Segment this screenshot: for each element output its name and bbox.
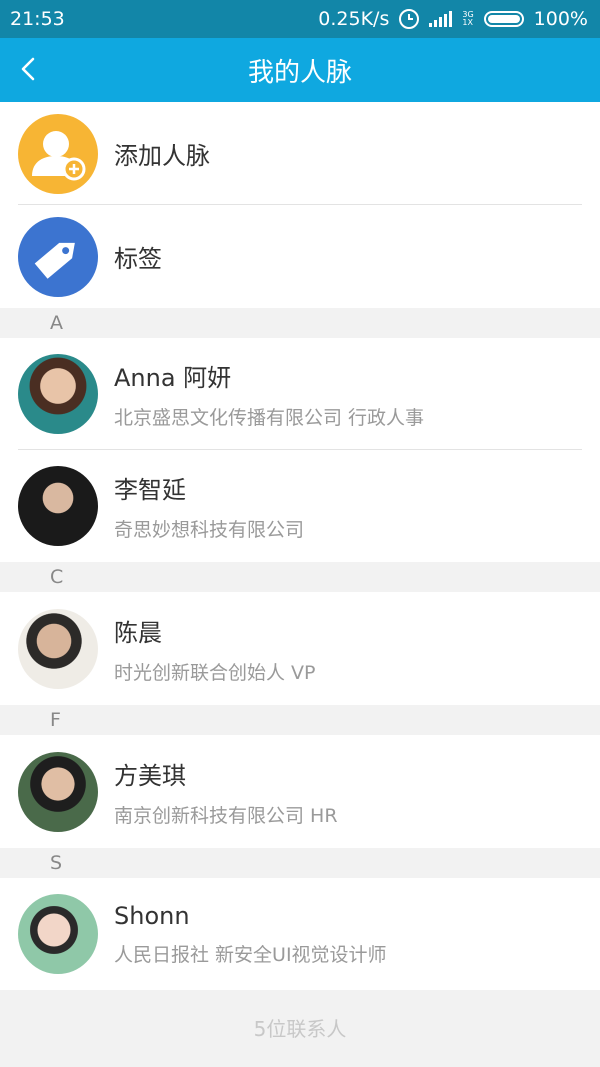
avatar bbox=[18, 466, 98, 546]
app-bar: 我的人脉 bbox=[0, 38, 600, 102]
contact-detail: 奇思妙想科技有限公司 bbox=[114, 519, 305, 541]
contact-name: 李智延 bbox=[114, 476, 186, 504]
section-header-f: F bbox=[0, 705, 600, 735]
contact-name: Shonn bbox=[114, 901, 190, 930]
contact-row[interactable]: 陈晨 时光创新联合创始人 VP bbox=[0, 592, 600, 705]
network-type-label: 3G 1X bbox=[462, 10, 474, 27]
section-header-s: S bbox=[0, 848, 600, 878]
section-header-c: C bbox=[0, 562, 600, 592]
add-contact-row[interactable]: 添加人脉 bbox=[0, 102, 600, 205]
avatar bbox=[18, 894, 98, 974]
battery-level: 100% bbox=[533, 8, 588, 30]
avatar bbox=[18, 608, 98, 689]
contact-name: Anna 阿妍 bbox=[114, 364, 232, 392]
contact-name: 陈晨 bbox=[114, 618, 162, 647]
tag-icon bbox=[18, 216, 98, 297]
battery-icon bbox=[483, 11, 524, 27]
add-contact-label: 添加人脉 bbox=[114, 142, 210, 170]
signal-icon bbox=[429, 11, 453, 27]
status-bar: 21:53 0.25K/s 3G 1X 100% bbox=[0, 0, 600, 38]
contact-row[interactable]: Shonn 人民日报社 新安全UI视觉设计师 bbox=[0, 878, 600, 990]
contact-detail: 北京盛思文化传播有限公司 行政人事 bbox=[114, 407, 425, 429]
status-icons: 0.25K/s 3G 1X 100% bbox=[318, 8, 588, 30]
contact-detail: 时光创新联合创始人 VP bbox=[114, 661, 316, 684]
avatar bbox=[18, 354, 98, 434]
contact-row[interactable]: Anna 阿妍 北京盛思文化传播有限公司 行政人事 bbox=[0, 338, 600, 450]
back-arrow-icon[interactable] bbox=[16, 56, 42, 82]
contact-detail: 人民日报社 新安全UI视觉设计师 bbox=[114, 943, 387, 966]
network-speed: 0.25K/s bbox=[318, 8, 390, 30]
avatar bbox=[18, 751, 98, 832]
page-title: 我的人脉 bbox=[247, 57, 352, 88]
contact-row[interactable]: 方美琪 南京创新科技有限公司 HR bbox=[0, 735, 600, 848]
contact-name: 方美琪 bbox=[114, 761, 186, 790]
status-time: 21:53 bbox=[10, 8, 65, 30]
contact-row[interactable]: 李智延 奇思妙想科技有限公司 bbox=[0, 450, 600, 562]
tags-row[interactable]: 标签 bbox=[0, 205, 600, 308]
contact-detail: 南京创新科技有限公司 HR bbox=[114, 804, 338, 827]
alarm-icon bbox=[399, 9, 420, 29]
section-header-a: A bbox=[0, 308, 600, 338]
contact-count: 5位联系人 bbox=[253, 1016, 347, 1041]
tags-label: 标签 bbox=[114, 245, 162, 273]
add-contact-icon bbox=[18, 113, 98, 194]
